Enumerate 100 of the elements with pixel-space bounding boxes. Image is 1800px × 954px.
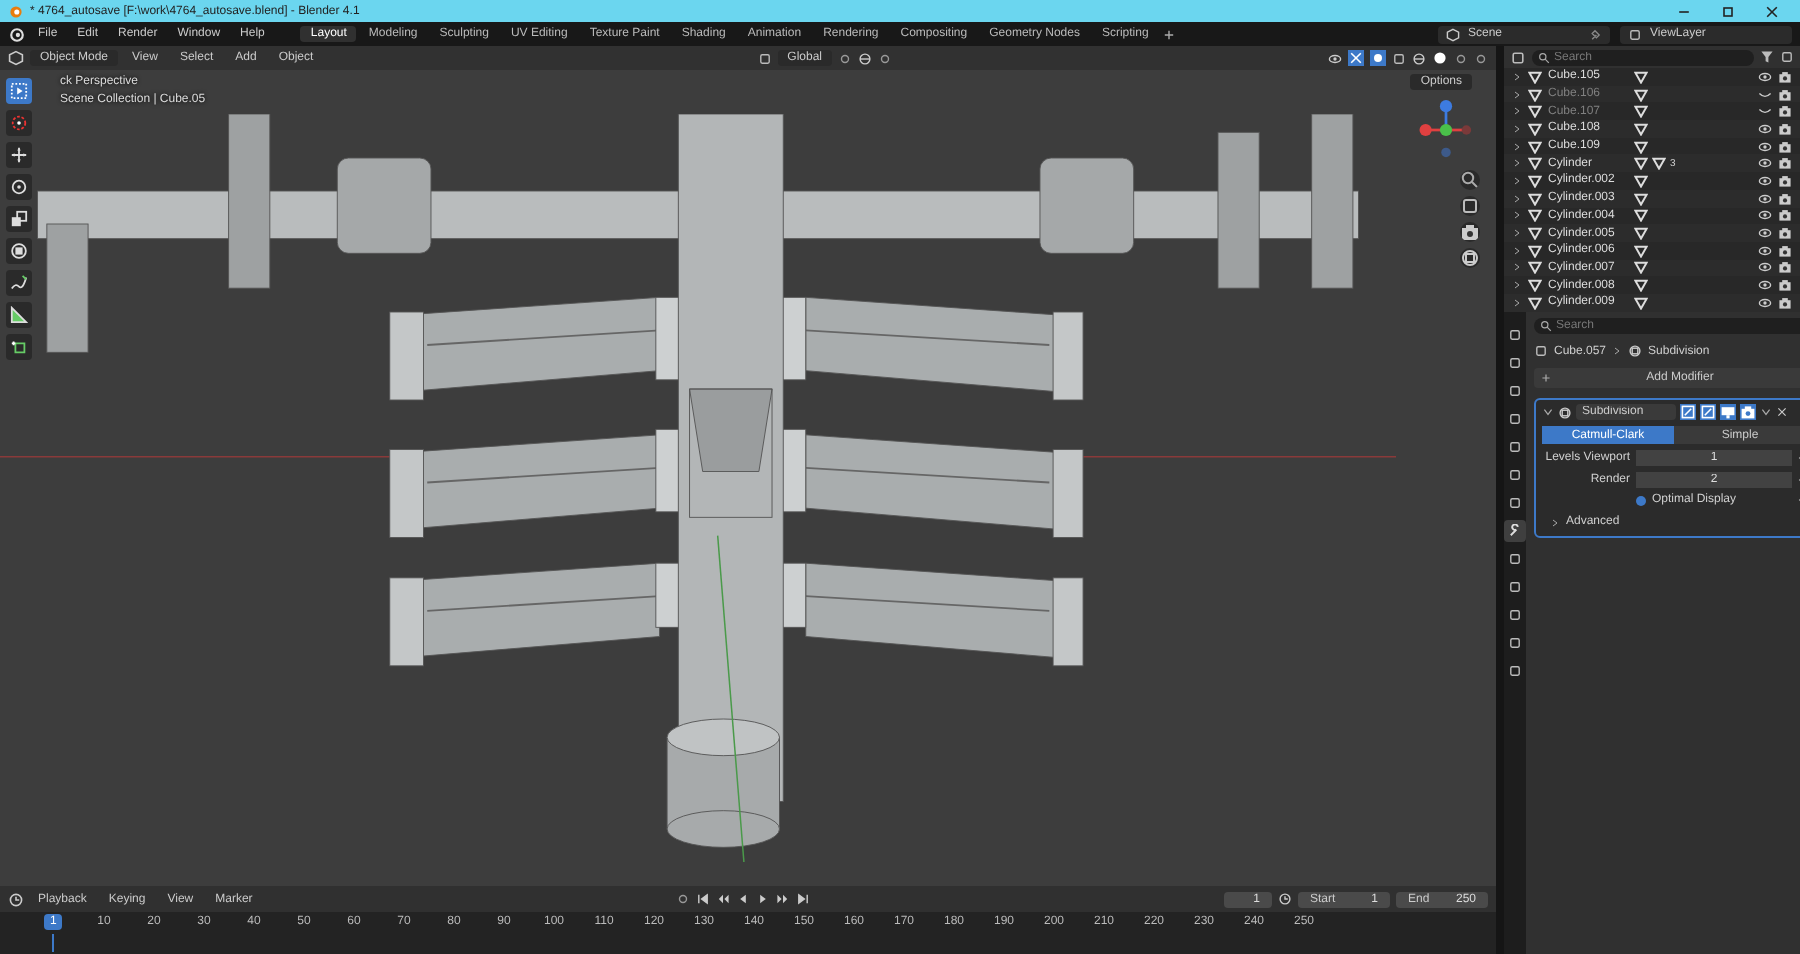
solid-shading-icon[interactable] bbox=[1432, 50, 1448, 66]
square-icon bbox=[1508, 440, 1522, 454]
editor-type-icon[interactable] bbox=[8, 891, 24, 907]
add-workspace-icon[interactable] bbox=[1162, 27, 1177, 41]
previous-keyframe-icon[interactable] bbox=[715, 892, 730, 906]
search-icon bbox=[1540, 320, 1552, 332]
app-menu-icon[interactable] bbox=[8, 25, 26, 43]
square-icon bbox=[1508, 664, 1522, 678]
square-icon bbox=[1508, 328, 1522, 342]
properties-tab[interactable] bbox=[1504, 548, 1526, 570]
eye-icon[interactable] bbox=[1758, 208, 1772, 223]
eye-icon[interactable] bbox=[1758, 278, 1772, 293]
tool-button[interactable] bbox=[6, 206, 32, 232]
eye-icon[interactable] bbox=[1758, 260, 1772, 275]
square-icon bbox=[1508, 356, 1522, 370]
eye-icon[interactable] bbox=[1758, 121, 1772, 136]
tool-button[interactable] bbox=[6, 302, 32, 328]
plus-icon bbox=[1540, 372, 1552, 384]
maximize-icon[interactable] bbox=[1720, 3, 1736, 19]
overlay-icon[interactable] bbox=[1370, 50, 1386, 66]
camera-icon[interactable] bbox=[1778, 87, 1792, 102]
checkbox[interactable] bbox=[1636, 495, 1646, 505]
camera-icon[interactable] bbox=[1778, 139, 1792, 154]
properties-tab[interactable] bbox=[1504, 632, 1526, 654]
eye-icon[interactable] bbox=[1758, 173, 1772, 188]
cage-icon[interactable] bbox=[1700, 404, 1716, 420]
gizmo-icon[interactable] bbox=[1348, 50, 1364, 66]
eye-closed-icon[interactable] bbox=[1758, 104, 1772, 119]
eye-icon[interactable] bbox=[1758, 191, 1772, 206]
camera-icon[interactable] bbox=[1778, 104, 1792, 119]
properties-tab[interactable] bbox=[1504, 380, 1526, 402]
tool-button[interactable] bbox=[6, 78, 32, 104]
play-reverse-icon[interactable] bbox=[735, 892, 750, 906]
zoom-icon[interactable] bbox=[1460, 170, 1480, 190]
camera-icon[interactable] bbox=[1778, 69, 1792, 84]
eye-icon[interactable] bbox=[1758, 69, 1772, 84]
filter-icon[interactable] bbox=[1760, 50, 1774, 64]
eye-closed-icon[interactable] bbox=[1758, 87, 1772, 102]
jump-start-icon[interactable] bbox=[695, 892, 710, 906]
square-icon bbox=[1508, 468, 1522, 482]
wireframe-shading-icon[interactable] bbox=[1412, 51, 1426, 65]
camera-icon[interactable] bbox=[1778, 226, 1792, 241]
camera-icon[interactable] bbox=[1778, 121, 1792, 136]
properties-tab[interactable] bbox=[1504, 492, 1526, 514]
addcube-icon bbox=[10, 338, 28, 356]
edit-mode-icon[interactable] bbox=[1680, 404, 1696, 420]
tool-button[interactable] bbox=[6, 334, 32, 360]
properties-tab[interactable] bbox=[1504, 408, 1526, 430]
camera-icon[interactable] bbox=[1778, 173, 1792, 188]
select-icon bbox=[10, 82, 28, 100]
properties-tab[interactable] bbox=[1504, 324, 1526, 346]
tool-button[interactable] bbox=[6, 142, 32, 168]
eye-icon[interactable] bbox=[1758, 243, 1772, 258]
properties-tab[interactable] bbox=[1504, 604, 1526, 626]
eye-icon[interactable] bbox=[1758, 139, 1772, 154]
square-icon bbox=[1508, 552, 1522, 566]
clock-icon[interactable] bbox=[1278, 892, 1293, 906]
play-icon[interactable] bbox=[755, 892, 770, 906]
dropdown-icon[interactable] bbox=[1760, 406, 1772, 418]
wrench-icon bbox=[1508, 524, 1522, 538]
properties-tab[interactable] bbox=[1504, 436, 1526, 458]
properties-tab[interactable] bbox=[1504, 464, 1526, 486]
properties-tab[interactable] bbox=[1504, 660, 1526, 682]
remove-icon[interactable] bbox=[1776, 406, 1788, 418]
eye-icon[interactable] bbox=[1758, 226, 1772, 241]
chevron-icon bbox=[1612, 346, 1623, 356]
eye-icon[interactable] bbox=[1758, 295, 1772, 310]
camera-icon[interactable] bbox=[1778, 208, 1792, 223]
measure-icon bbox=[10, 306, 28, 324]
camera-icon[interactable] bbox=[1778, 260, 1792, 275]
camera-icon[interactable] bbox=[1778, 191, 1792, 206]
properties-tab[interactable] bbox=[1504, 576, 1526, 598]
search-icon bbox=[1538, 51, 1550, 63]
pin-icon[interactable] bbox=[1588, 27, 1602, 41]
expand-icon[interactable] bbox=[1550, 517, 1560, 527]
camera-icon[interactable] bbox=[1460, 222, 1480, 242]
collapse-icon[interactable] bbox=[1542, 406, 1554, 418]
camera-icon[interactable] bbox=[1778, 278, 1792, 293]
square-icon bbox=[1508, 412, 1522, 426]
properties-tab[interactable] bbox=[1504, 352, 1526, 374]
rotate-icon bbox=[10, 178, 28, 196]
move-icon bbox=[10, 146, 28, 164]
scale-icon bbox=[10, 210, 28, 228]
properties-tab[interactable] bbox=[1504, 520, 1526, 542]
camera-icon[interactable] bbox=[1778, 156, 1792, 171]
tool-button[interactable] bbox=[6, 238, 32, 264]
viewport-display-icon[interactable] bbox=[1720, 404, 1736, 420]
render-icon[interactable] bbox=[1740, 404, 1756, 420]
editor-type-icon[interactable] bbox=[8, 50, 24, 66]
close-icon[interactable] bbox=[1764, 3, 1780, 19]
camera-icon[interactable] bbox=[1778, 295, 1792, 310]
next-keyframe-icon[interactable] bbox=[775, 892, 790, 906]
tool-button[interactable] bbox=[6, 174, 32, 200]
square-icon bbox=[1508, 384, 1522, 398]
eye-icon[interactable] bbox=[1758, 156, 1772, 171]
square-icon bbox=[1508, 580, 1522, 594]
tool-button[interactable] bbox=[6, 270, 32, 296]
jump-end-icon[interactable] bbox=[795, 892, 810, 906]
camera-icon[interactable] bbox=[1778, 243, 1792, 258]
visibility-icon[interactable] bbox=[1328, 51, 1342, 65]
